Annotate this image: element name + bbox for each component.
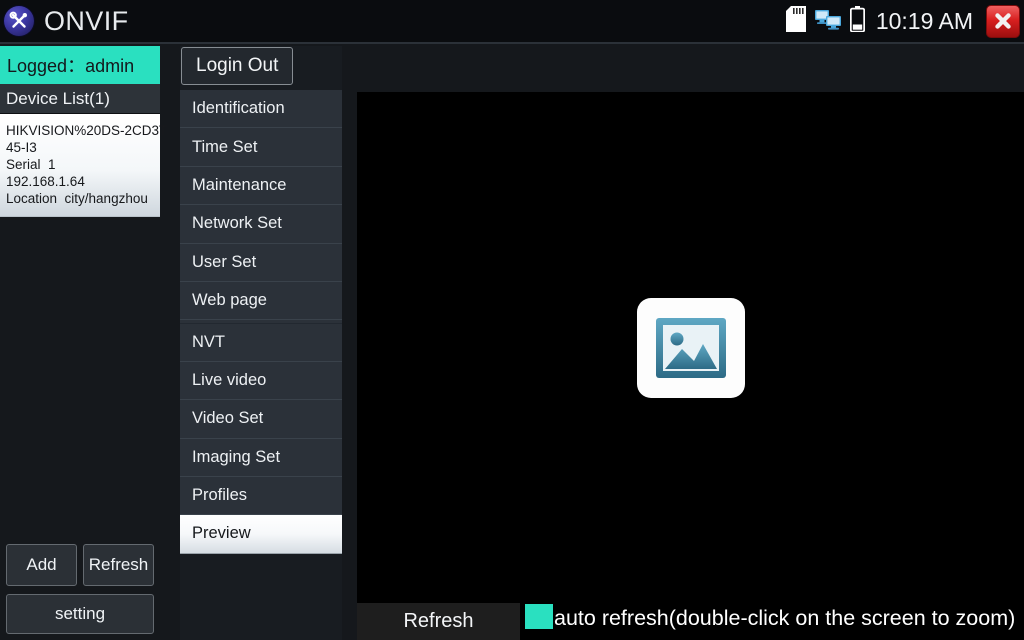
- onvif-app-window: ONVIF 10:19 AM Logged：admin Device List(…: [0, 0, 1024, 640]
- logged-status-badge: Logged：admin: [0, 46, 160, 84]
- menu-item-label: Imaging Set: [192, 447, 281, 466]
- menu-item-profiles[interactable]: Profiles: [180, 476, 342, 516]
- device-ip: 192.168.1.64: [6, 174, 85, 189]
- menu-item-label: Network Set: [192, 214, 282, 233]
- menu-item-identification[interactable]: Identification: [180, 90, 342, 129]
- device-name-line1: HIKVISION%20DS-2CD3T: [6, 123, 168, 138]
- device-serial: Serial 1: [6, 157, 56, 172]
- setting-button[interactable]: setting: [6, 594, 154, 634]
- menu-item-preview[interactable]: Preview: [180, 515, 342, 554]
- video-preview-panel[interactable]: [357, 92, 1024, 603]
- menu-item-label: User Set: [192, 252, 257, 271]
- menu-panel: Login Out Identification Time Set Maintena…: [180, 46, 342, 640]
- battery-icon: [849, 5, 865, 37]
- menu-item-imaging-set[interactable]: Imaging Set: [180, 438, 342, 477]
- login-out-button[interactable]: Login Out: [181, 47, 294, 85]
- menu-item-label: Video Set: [192, 409, 264, 428]
- menu-item-live-video[interactable]: Live video: [180, 361, 342, 401]
- logged-status-label: Logged：admin: [7, 56, 135, 76]
- bottom-toolbar: Refresh auto refresh(double-click on the…: [357, 603, 1024, 640]
- menu-item-time-set[interactable]: Time Set: [180, 128, 342, 167]
- menu-item-label: Web page: [192, 291, 267, 310]
- app-title: ONVIF: [44, 5, 129, 36]
- tools-badge-icon: [4, 6, 34, 36]
- auto-refresh-control[interactable]: auto refresh(double-click on the screen …: [520, 603, 1024, 634]
- menu-item-network-set[interactable]: Network Set: [180, 205, 342, 244]
- add-button[interactable]: Add: [6, 544, 77, 586]
- close-icon[interactable]: [986, 4, 1020, 38]
- title-bar: ONVIF 10:19 AM: [0, 0, 1024, 44]
- add-refresh-row: Add Refresh: [6, 544, 154, 586]
- menu-item-web-page[interactable]: Web page: [180, 281, 342, 321]
- menu-item-nvt[interactable]: NVT: [180, 323, 342, 362]
- clock-label: 10:19 AM: [875, 7, 973, 34]
- sd-card-icon: [785, 5, 806, 37]
- device-name-line2: 45-I3: [6, 140, 37, 155]
- menu-item-label: Profiles: [192, 486, 248, 505]
- device-list-header: Device List(1): [0, 84, 160, 114]
- auto-refresh-checkbox[interactable]: [525, 604, 553, 629]
- broken-image-placeholder-icon: [636, 297, 745, 398]
- login-out-row: Login Out: [180, 46, 342, 90]
- status-bar: 10:19 AM: [785, 0, 1024, 42]
- refresh-device-button[interactable]: Refresh: [83, 544, 154, 586]
- menu-item-label: NVT: [192, 333, 225, 352]
- menu-item-maintenance[interactable]: Maintenance: [180, 166, 342, 206]
- menu-item-label: Live video: [192, 370, 267, 389]
- device-list-item[interactable]: HIKVISION%20DS-2CD3T 45-I3 Serial 1 192.…: [0, 114, 168, 217]
- auto-refresh-label: auto refresh(double-click on the screen …: [554, 606, 1016, 630]
- left-panel: Logged：admin Device List(1) HIKVISION%20…: [0, 46, 168, 640]
- menu-item-label: Preview: [192, 524, 251, 543]
- menu-item-label: Identification: [192, 99, 285, 118]
- menu-item-label: Time Set: [192, 137, 258, 156]
- menu-list: Identification Time Set Maintenance Network…: [180, 90, 342, 554]
- left-button-group: Add Refresh setting: [0, 544, 160, 640]
- menu-item-user-set[interactable]: User Set: [180, 243, 342, 282]
- device-location: Location city/hangzhou: [6, 191, 148, 206]
- network-monitors-icon: [814, 8, 841, 35]
- menu-item-label: Maintenance: [192, 175, 287, 194]
- menu-item-video-set[interactable]: Video Set: [180, 400, 342, 439]
- device-list-title: Device List(1): [6, 88, 110, 108]
- refresh-preview-button[interactable]: Refresh: [357, 603, 520, 640]
